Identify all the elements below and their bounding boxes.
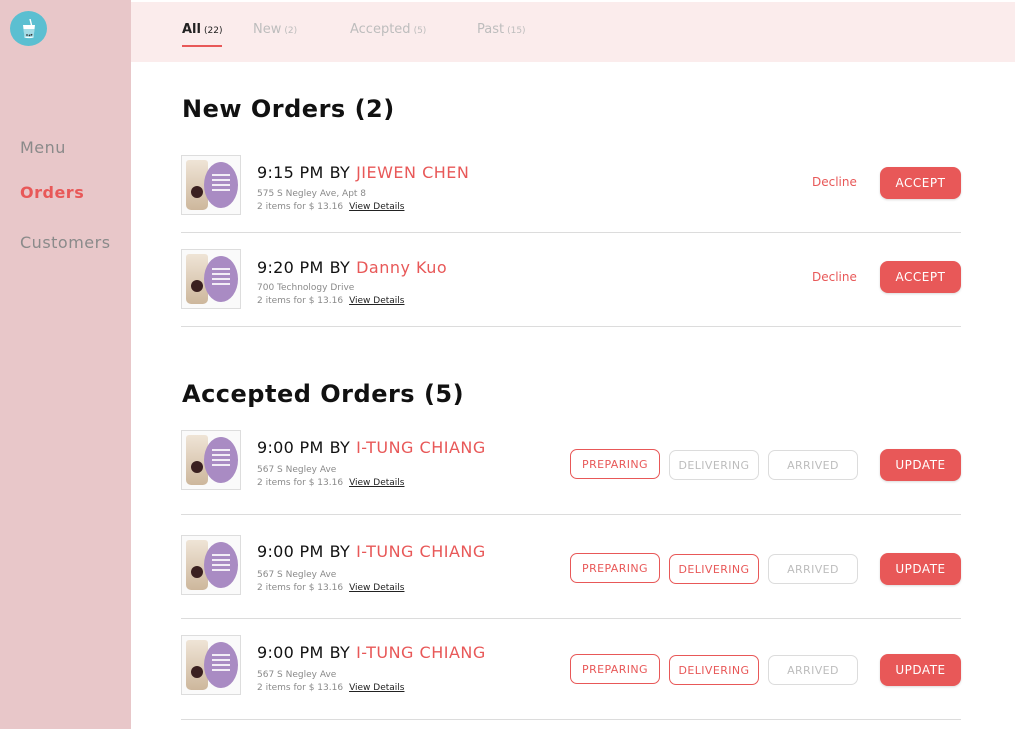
tab-accepted[interactable]: Accepted (5) xyxy=(350,22,426,37)
order-item-thumbnail[interactable] xyxy=(181,430,241,490)
accepted-order-row: 9:00 PM BY I-TUNG CHIANG 567 S Negley Ave … xyxy=(181,415,961,515)
order-by: BY xyxy=(329,643,351,662)
order-address: 567 S Negley Ave xyxy=(257,670,337,680)
order-address: 567 S Negley Ave xyxy=(257,570,337,580)
order-time: 9:15 PM xyxy=(257,163,324,182)
order-item-thumbnail[interactable] xyxy=(181,155,241,215)
app: Menu Orders Customers All (22) New (2) Acc… xyxy=(0,0,1015,729)
view-details-link[interactable]: View Details xyxy=(349,683,404,693)
order-heading: 9:00 PM BY I-TUNG CHIANG xyxy=(257,542,486,561)
order-by: BY xyxy=(329,163,351,182)
status-delivering-button[interactable]: DELIVERING xyxy=(669,450,759,480)
status-delivering-button[interactable]: DELIVERING xyxy=(669,554,759,584)
order-summary: 2 items for $ 13.16 View Details xyxy=(257,683,404,693)
order-time: 9:00 PM xyxy=(257,643,324,662)
customer-name: I-TUNG CHIANG xyxy=(356,542,486,561)
order-heading: 9:20 PM BY Danny Kuo xyxy=(257,258,447,277)
order-item-thumbnail[interactable] xyxy=(181,635,241,695)
order-time: 9:20 PM xyxy=(257,258,324,277)
order-by: BY xyxy=(329,542,351,561)
order-time: 9:00 PM xyxy=(257,542,324,561)
customer-name: Danny Kuo xyxy=(356,258,448,277)
tab-count: (5) xyxy=(413,26,427,36)
view-details-link[interactable]: View Details xyxy=(349,202,404,212)
order-items: 2 items for $ 13.16 xyxy=(257,478,344,488)
accept-button[interactable]: ACCEPT xyxy=(880,167,961,199)
sidebar: Menu Orders Customers xyxy=(0,0,131,729)
order-by: BY xyxy=(329,258,351,277)
order-summary: 2 items for $ 13.16 View Details xyxy=(257,583,404,593)
update-button[interactable]: UPDATE xyxy=(880,553,961,585)
update-button[interactable]: UPDATE xyxy=(880,654,961,686)
status-arrived-button[interactable]: ARRIVED xyxy=(768,655,858,685)
order-item-thumbnail[interactable] xyxy=(181,249,241,309)
new-order-row: 9:20 PM BY Danny Kuo 700 Technology Drive … xyxy=(181,233,961,327)
tab-all[interactable]: All (22) xyxy=(182,22,222,37)
new-order-row: 9:15 PM BY JIEWEN CHEN 575 S Negley Ave, A… xyxy=(181,138,961,233)
accepted-orders-heading: Accepted Orders (5) xyxy=(182,380,465,408)
decline-button[interactable]: Decline xyxy=(812,175,857,189)
order-address: 567 S Negley Ave xyxy=(257,465,337,475)
accepted-order-row: 9:00 PM BY I-TUNG CHIANG 567 S Negley Ave … xyxy=(181,619,961,720)
tab-new[interactable]: New (2) xyxy=(253,22,297,37)
order-address: 700 Technology Drive xyxy=(257,283,355,293)
accept-button[interactable]: ACCEPT xyxy=(880,261,961,293)
customer-name: I-TUNG CHIANG xyxy=(356,438,486,457)
view-details-link[interactable]: View Details xyxy=(349,296,404,306)
order-by: BY xyxy=(329,438,351,457)
order-heading: 9:00 PM BY I-TUNG CHIANG xyxy=(257,643,486,662)
status-arrived-button[interactable]: ARRIVED xyxy=(768,554,858,584)
tab-label: All xyxy=(182,22,201,37)
view-details-link[interactable]: View Details xyxy=(349,478,404,488)
order-filter-tabs: All (22) New (2) Accepted (5) Past (15) xyxy=(131,2,1015,62)
sidebar-item-orders[interactable]: Orders xyxy=(20,183,84,202)
active-tab-indicator xyxy=(182,45,222,47)
order-items: 2 items for $ 13.16 xyxy=(257,296,344,306)
tab-count: (22) xyxy=(203,26,223,36)
order-heading: 9:00 PM BY I-TUNG CHIANG xyxy=(257,438,486,457)
order-items: 2 items for $ 13.16 xyxy=(257,202,344,212)
update-button[interactable]: UPDATE xyxy=(880,449,961,481)
view-details-link[interactable]: View Details xyxy=(349,583,404,593)
status-preparing-button[interactable]: PREPARING xyxy=(570,553,660,583)
customer-name: I-TUNG CHIANG xyxy=(356,643,486,662)
accepted-order-row: 9:00 PM BY I-TUNG CHIANG 567 S Negley Ave … xyxy=(181,515,961,619)
customer-name: JIEWEN CHEN xyxy=(356,163,470,182)
order-heading: 9:15 PM BY JIEWEN CHEN xyxy=(257,163,469,182)
tab-label: Past xyxy=(477,22,505,37)
order-time: 9:00 PM xyxy=(257,438,324,457)
sidebar-item-menu[interactable]: Menu xyxy=(20,138,66,157)
order-items: 2 items for $ 13.16 xyxy=(257,583,344,593)
order-summary: 2 items for $ 13.16 View Details xyxy=(257,478,404,488)
tab-count: (15) xyxy=(507,26,526,36)
new-orders-heading: New Orders (2) xyxy=(182,95,395,123)
tab-label: New xyxy=(253,22,282,37)
sidebar-item-customers[interactable]: Customers xyxy=(20,233,111,252)
status-arrived-button[interactable]: ARRIVED xyxy=(768,450,858,480)
tab-label: Accepted xyxy=(350,22,411,37)
order-summary: 2 items for $ 13.16 View Details xyxy=(257,202,404,212)
order-items: 2 items for $ 13.16 xyxy=(257,683,344,693)
order-item-thumbnail[interactable] xyxy=(181,535,241,595)
tab-count: (2) xyxy=(284,26,298,36)
decline-button[interactable]: Decline xyxy=(812,270,857,284)
order-summary: 2 items for $ 13.16 View Details xyxy=(257,296,404,306)
bubble-tea-cup-icon[interactable] xyxy=(10,11,47,46)
tab-past[interactable]: Past (15) xyxy=(477,22,526,37)
order-address: 575 S Negley Ave, Apt 8 xyxy=(257,189,367,199)
status-delivering-button[interactable]: DELIVERING xyxy=(669,655,759,685)
status-preparing-button[interactable]: PREPARING xyxy=(570,654,660,684)
status-preparing-button[interactable]: PREPARING xyxy=(570,449,660,479)
